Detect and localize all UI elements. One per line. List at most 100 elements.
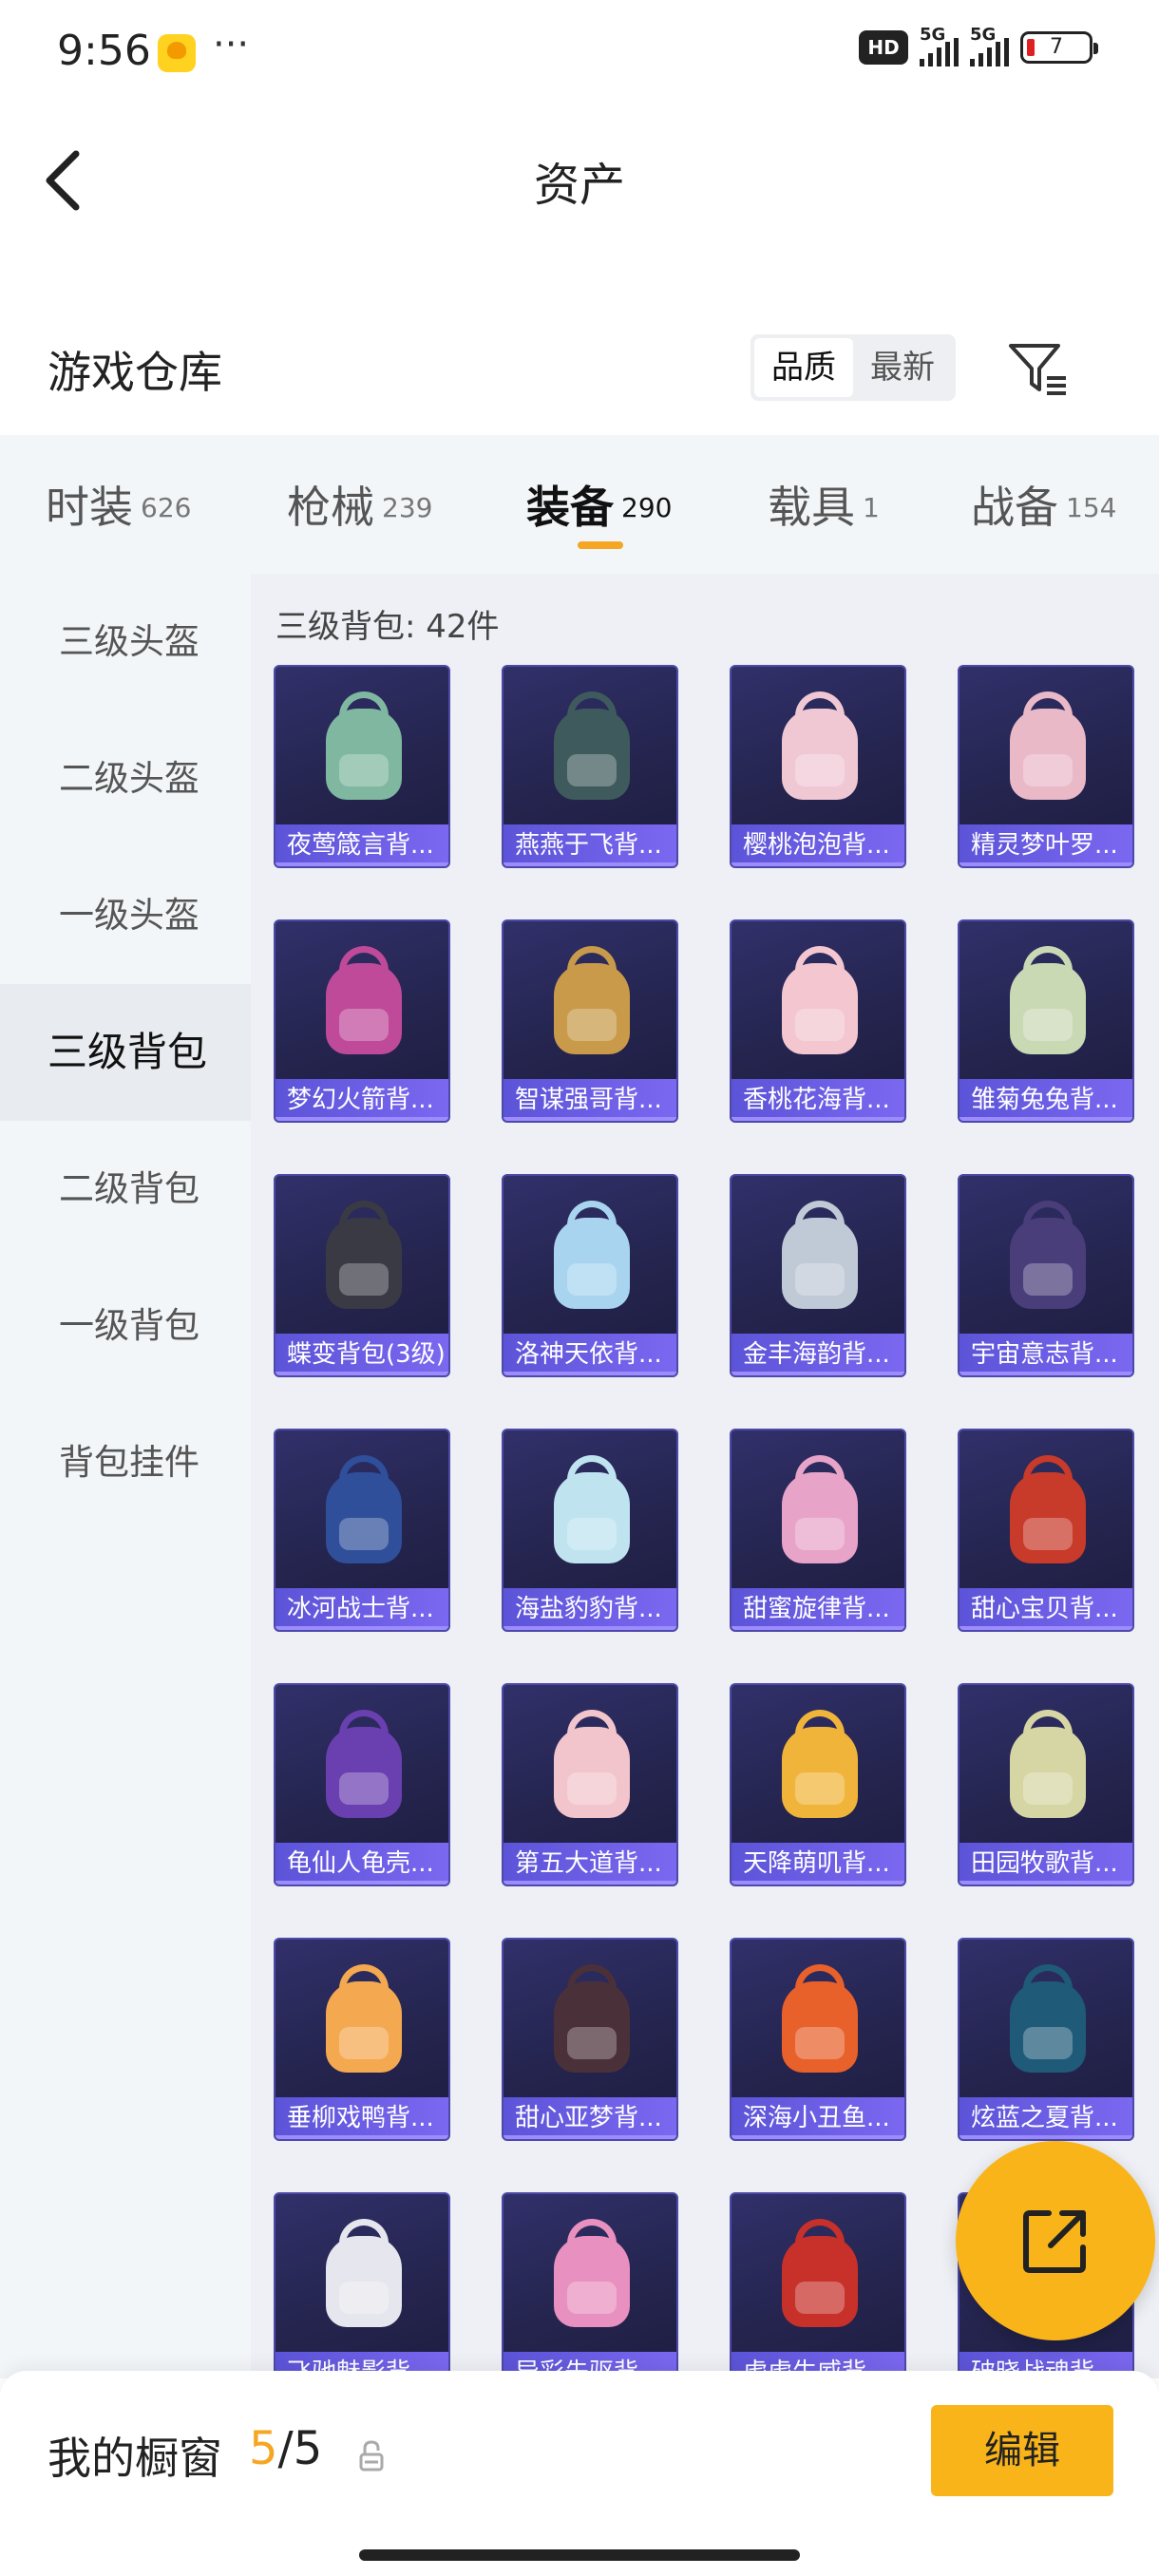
backpack-item-card[interactable]: 甜心宝贝背...: [958, 1429, 1134, 1632]
backpack-item-card[interactable]: 燕燕于飞背...: [502, 665, 678, 868]
active-tab-indicator: [578, 541, 623, 549]
status-bar: 9:56 ··· HD 5G 5G 7: [0, 0, 1159, 104]
sort-by-newest[interactable]: 最新: [853, 338, 952, 397]
backpack-icon: [772, 1201, 867, 1313]
backpack-icon: [1000, 1964, 1095, 2076]
item-name-label: 金丰海韵背...: [732, 1334, 904, 1375]
backpack-item-card[interactable]: 宇宙意志背...: [958, 1174, 1134, 1377]
backpack-item-card[interactable]: 梦幻火箭背...: [274, 919, 450, 1123]
backpack-icon: [544, 2219, 639, 2331]
tab-equipment[interactable]: 装备 290: [526, 473, 672, 536]
sidebar-item-helmet-2[interactable]: 二级头盔: [0, 710, 251, 847]
backpack-icon: [1000, 1710, 1095, 1822]
backpack-icon: [316, 1710, 411, 1822]
backpack-item-card[interactable]: 雏菊兔兔背...: [958, 919, 1134, 1123]
backpack-item-card[interactable]: 香桃花海背...: [730, 919, 906, 1123]
sidebar-item-backpack-charm[interactable]: 背包挂件: [0, 1394, 251, 1531]
item-name-label: 梦幻火箭背...: [276, 1079, 448, 1121]
backpack-item-card[interactable]: 甜蜜旋律背...: [730, 1429, 906, 1632]
item-name-label: 深海小丑鱼...: [732, 2097, 904, 2139]
filter-icon: [1009, 344, 1066, 395]
sidebar-item-backpack-1[interactable]: 一级背包: [0, 1258, 251, 1394]
share-button[interactable]: [956, 2141, 1155, 2340]
tab-supplies[interactable]: 战备 154: [971, 473, 1116, 536]
backpack-icon: [316, 1964, 411, 2076]
sidebar-item-backpack-3[interactable]: 三级背包: [0, 984, 251, 1121]
item-name-label: 蝶变背包(3级): [276, 1334, 448, 1375]
backpack-item-card[interactable]: 飞驰魅影背...: [274, 2192, 450, 2378]
backpack-item-card[interactable]: 冰河战士背...: [274, 1429, 450, 1632]
signal-icon-1: 5G: [920, 25, 959, 66]
subcategory-sidebar: 三级头盔 二级头盔 一级头盔 三级背包 二级背包 一级背包 背包挂件: [0, 574, 251, 2378]
backpack-icon: [1000, 1201, 1095, 1313]
battery-icon: 7: [1020, 31, 1098, 64]
backpack-item-card[interactable]: 精灵梦叶罗...: [958, 665, 1134, 868]
backpack-item-card[interactable]: 洛神天依背...: [502, 1174, 678, 1377]
backpack-icon: [772, 2219, 867, 2331]
backpack-item-card[interactable]: 异彩先驱背...: [502, 2192, 678, 2378]
lock-icon: [359, 2440, 384, 2472]
filter-button[interactable]: [1005, 334, 1072, 401]
tab-fashion[interactable]: 时装 626: [46, 473, 191, 536]
backpack-icon: [544, 1201, 639, 1313]
backpack-item-card[interactable]: 樱桃泡泡背...: [730, 665, 906, 868]
sidebar-item-backpack-2[interactable]: 二级背包: [0, 1121, 251, 1258]
backpack-item-card[interactable]: 智谋强哥背...: [502, 919, 678, 1123]
item-name-label: 甜心亚梦背...: [504, 2097, 676, 2139]
item-name-label: 夜莺箴言背...: [276, 824, 448, 866]
item-list: 三级背包: 42件 夜莺箴言背... 燕燕于飞背... 樱桃泡泡背... 精灵梦叶罗.…: [251, 574, 1159, 2378]
backpack-icon: [316, 1201, 411, 1313]
item-name-label: 第五大道背...: [504, 1843, 676, 1885]
backpack-icon: [1000, 691, 1095, 804]
backpack-icon: [772, 1710, 867, 1822]
backpack-icon: [316, 946, 411, 1058]
backpack-icon: [544, 1710, 639, 1822]
category-tabs: 时装 626 枪械 239 装备 290 载具 1 战备 154: [0, 435, 1159, 574]
signal-icon-2: 5G: [970, 25, 1009, 66]
backpack-item-card[interactable]: 甜心亚梦背...: [502, 1938, 678, 2141]
sort-toggle: 品质 最新: [750, 334, 956, 401]
backpack-item-card[interactable]: 夜莺箴言背...: [274, 665, 450, 868]
external-link-icon: [1023, 2210, 1086, 2273]
item-name-label: 香桃花海背...: [732, 1079, 904, 1121]
backpack-item-card[interactable]: 金丰海韵背...: [730, 1174, 906, 1377]
backpack-item-card[interactable]: 垂柳戏鸭背...: [274, 1938, 450, 2141]
backpack-item-card[interactable]: 虎虎生威背...: [730, 2192, 906, 2378]
sidebar-item-helmet-1[interactable]: 一级头盔: [0, 847, 251, 984]
backpack-icon: [772, 1964, 867, 2076]
backpack-item-card[interactable]: 炫蓝之夏背...: [958, 1938, 1134, 2141]
sidebar-item-helmet-3[interactable]: 三级头盔: [0, 574, 251, 710]
app-notification-icon: [158, 34, 196, 72]
backpack-icon: [316, 691, 411, 804]
section-title: 游戏仓库: [48, 347, 222, 398]
hd-voice-icon: HD: [859, 30, 908, 65]
item-name-label: 冰河战士背...: [276, 1588, 448, 1630]
item-name-label: 雏菊兔兔背...: [960, 1079, 1132, 1121]
sort-by-quality[interactable]: 品质: [754, 338, 853, 397]
item-name-label: 垂柳戏鸭背...: [276, 2097, 448, 2139]
backpack-icon: [544, 1455, 639, 1567]
backpack-icon: [772, 691, 867, 804]
more-notifications-icon: ···: [213, 23, 250, 66]
backpack-icon: [544, 691, 639, 804]
backpack-item-card[interactable]: 天降萌叽背...: [730, 1683, 906, 1886]
backpack-item-card[interactable]: 第五大道背...: [502, 1683, 678, 1886]
backpack-item-card[interactable]: 深海小丑鱼...: [730, 1938, 906, 2141]
item-name-label: 田园牧歌背...: [960, 1843, 1132, 1885]
item-name-label: 海盐豹豹背...: [504, 1588, 676, 1630]
item-name-label: 燕燕于飞背...: [504, 824, 676, 866]
backpack-item-card[interactable]: 田园牧歌背...: [958, 1683, 1134, 1886]
backpack-item-card[interactable]: 海盐豹豹背...: [502, 1429, 678, 1632]
item-name-label: 洛神天依背...: [504, 1334, 676, 1375]
backpack-item-card[interactable]: 蝶变背包(3级): [274, 1174, 450, 1377]
backpack-icon: [316, 1455, 411, 1567]
tab-vehicles[interactable]: 载具 1: [768, 473, 880, 536]
status-indicators: HD 5G 5G 7: [859, 25, 1098, 66]
backpack-icon: [316, 2219, 411, 2331]
status-time: 9:56: [57, 27, 151, 75]
backpack-item-card[interactable]: 龟仙人龟壳...: [274, 1683, 450, 1886]
showcase-bar: 我的橱窗 5/5 编辑: [0, 2371, 1159, 2576]
tab-weapons[interactable]: 枪械 239: [287, 473, 432, 536]
page-title: 资产: [533, 159, 625, 212]
edit-button[interactable]: 编辑: [931, 2405, 1113, 2496]
